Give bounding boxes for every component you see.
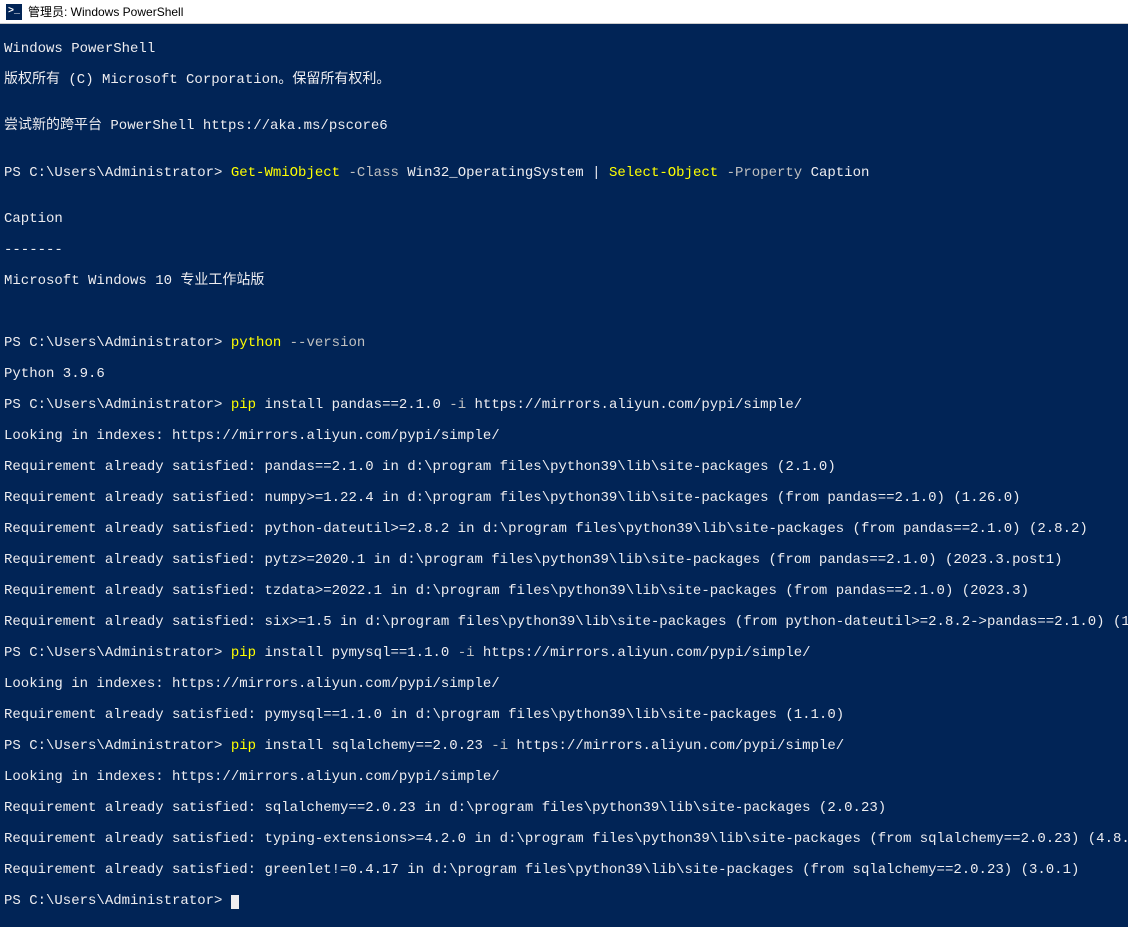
output-line: Requirement already satisfied: greenlet!… [4,863,1124,879]
command: pip [231,738,265,754]
output-line: Looking in indexes: https://mirrors.aliy… [4,770,1124,786]
arg: https://mirrors.aliyun.com/pypi/simple/ [517,738,845,754]
cmdlet: Select-Object [609,165,727,181]
output-divider: ------- [4,243,1124,259]
output-line: Requirement already satisfied: six>=1.5 … [4,615,1124,631]
output-line: Requirement already satisfied: sqlalchem… [4,801,1124,817]
prompt: PS C:\Users\Administrator> [4,893,231,909]
command: pip [231,397,265,413]
command-line: PS C:\Users\Administrator> python --vers… [4,336,1124,352]
output-line: 尝试新的跨平台 PowerShell https://aka.ms/pscore… [4,119,1124,135]
prompt: PS C:\Users\Administrator> [4,738,231,754]
arg: https://mirrors.aliyun.com/pypi/simple/ [475,397,803,413]
command-line: PS C:\Users\Administrator> pip install p… [4,398,1124,414]
output-line: Requirement already satisfied: pymysql==… [4,708,1124,724]
arg: Caption [811,165,870,181]
terminal-output[interactable]: Windows PowerShell 版权所有 (C) Microsoft Co… [0,24,1128,927]
output-value: Microsoft Windows 10 专业工作站版 [4,274,1124,290]
output-header: Caption [4,212,1124,228]
prompt: PS C:\Users\Administrator> [4,335,231,351]
output-line: Requirement already satisfied: tzdata>=2… [4,584,1124,600]
output-line: Looking in indexes: https://mirrors.aliy… [4,677,1124,693]
prompt-line[interactable]: PS C:\Users\Administrator> [4,894,1124,910]
arg: install pymysql==1.1.0 [264,645,457,661]
pipe: | [592,165,609,181]
flag: -i [449,397,474,413]
output-line: Windows PowerShell [4,42,1124,58]
output-line: Requirement already satisfied: pytz>=202… [4,553,1124,569]
flag: -i [458,645,483,661]
output-line: Looking in indexes: https://mirrors.aliy… [4,429,1124,445]
prompt: PS C:\Users\Administrator> [4,645,231,661]
output-line: Requirement already satisfied: typing-ex… [4,832,1124,848]
command-line: PS C:\Users\Administrator> pip install s… [4,739,1124,755]
command-line: PS C:\Users\Administrator> pip install p… [4,646,1124,662]
prompt: PS C:\Users\Administrator> [4,397,231,413]
powershell-icon: >_ [6,4,22,20]
window-title: 管理员: Windows PowerShell [28,3,183,20]
flag: -i [491,738,516,754]
command-line: PS C:\Users\Administrator> Get-WmiObject… [4,166,1124,182]
output-line: Requirement already satisfied: pandas==2… [4,460,1124,476]
cursor [231,895,239,909]
output-line: Requirement already satisfied: numpy>=1.… [4,491,1124,507]
prompt: PS C:\Users\Administrator> [4,165,231,181]
cmdlet: Get-WmiObject [231,165,349,181]
window-titlebar[interactable]: >_ 管理员: Windows PowerShell [0,0,1128,24]
arg: Win32_OperatingSystem [407,165,592,181]
param: -Property [727,165,811,181]
param: -Class [348,165,407,181]
command: pip [231,645,265,661]
output-line: Python 3.9.6 [4,367,1124,383]
arg: install pandas==2.1.0 [264,397,449,413]
flag: --version [290,335,366,351]
arg: install sqlalchemy==2.0.23 [264,738,491,754]
output-line: 版权所有 (C) Microsoft Corporation。保留所有权利。 [4,73,1124,89]
output-line: Requirement already satisfied: python-da… [4,522,1124,538]
arg: https://mirrors.aliyun.com/pypi/simple/ [483,645,811,661]
command: python [231,335,290,351]
